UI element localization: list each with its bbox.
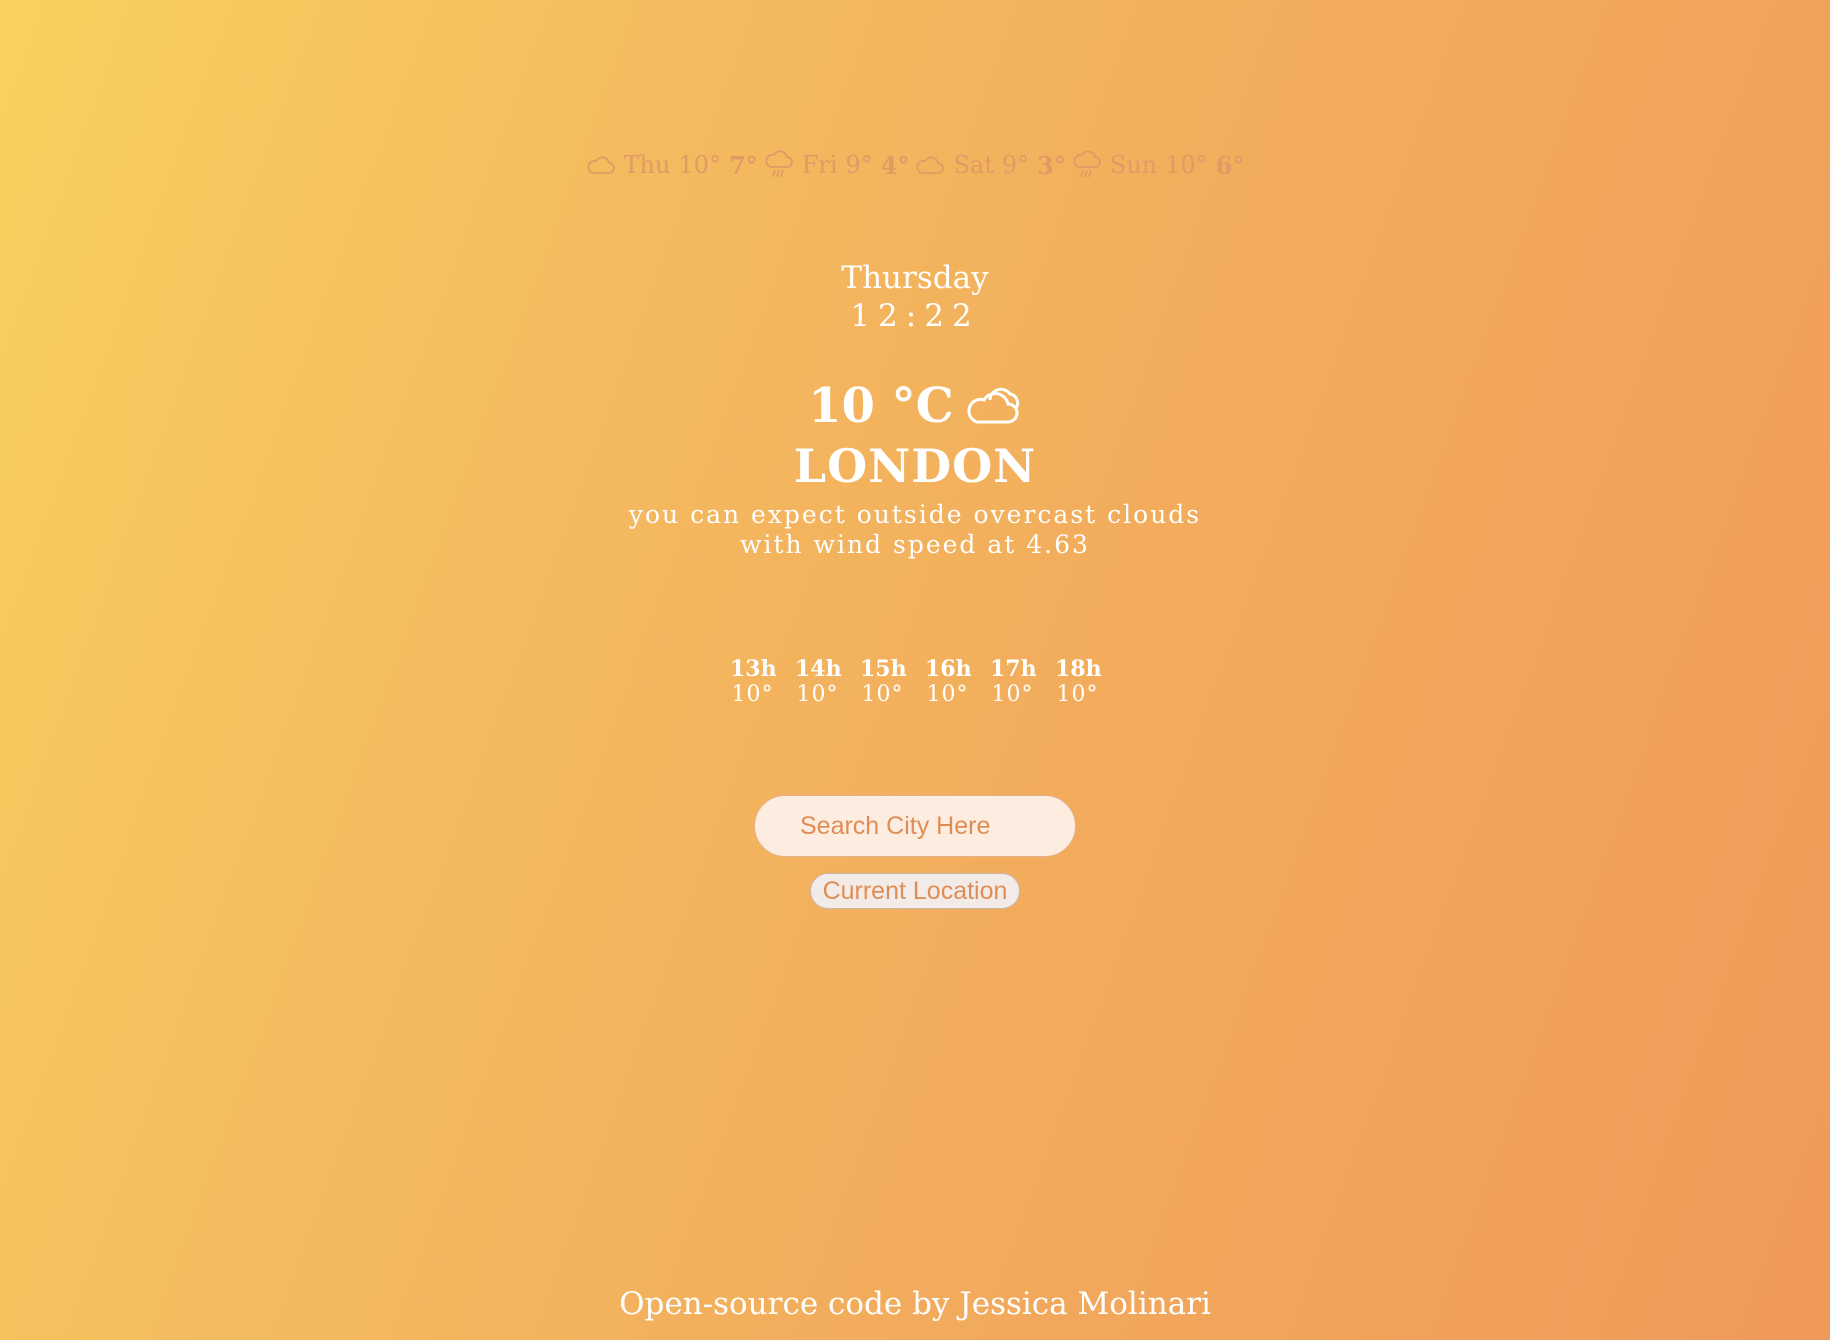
forecast-day: Thu 10° 7° [586, 151, 758, 180]
forecast-low: 4° [880, 150, 910, 180]
cloud-icon [964, 384, 1022, 428]
forecast-day: Sat 9° 3° [915, 150, 1066, 180]
forecast-high: 9° [845, 151, 873, 179]
hourly-item: 16h 10° [925, 656, 972, 708]
current-temperature: 10 °C [808, 378, 954, 434]
current-location-button[interactable]: Current Location [809, 873, 1021, 909]
hourly-hour: 16h [925, 656, 972, 682]
location-controls: Current Location [0, 873, 1830, 909]
current-time: 12:22 [850, 298, 980, 334]
forecast-day: Sun 10° 6° [1072, 150, 1245, 180]
forecast-day-name: Fri [801, 151, 838, 179]
hourly-item: 15h 10° [860, 656, 907, 708]
rain-cloud-icon [764, 150, 794, 180]
forecast-high: 10° [678, 151, 721, 179]
hourly-temp: 10° [861, 682, 904, 707]
hourly-item: 13h 10° [730, 656, 777, 708]
cloud-icon [915, 153, 945, 177]
hourly-temp: 10° [1056, 682, 1099, 707]
current-day: Thursday [841, 260, 989, 296]
daily-forecast: Thu 10° 7° Fri 9° 4° Sat 9° 3° Sun 10° 6… [0, 150, 1830, 180]
hourly-hour: 13h [730, 656, 777, 682]
rain-cloud-icon [1072, 150, 1102, 180]
forecast-low: 7° [728, 150, 758, 180]
hourly-temp: 10° [991, 682, 1034, 707]
source-code-link[interactable]: Open-source code by Jessica Molinari [619, 1286, 1211, 1322]
hourly-item: 14h 10° [795, 656, 842, 708]
forecast-high: 10° [1165, 151, 1208, 179]
forecast-day-name: Sat [953, 151, 994, 179]
hourly-temp: 10° [926, 682, 969, 707]
weather-description: you can expect outside overcast clouds w… [628, 500, 1202, 559]
hourly-temp: 10° [796, 682, 839, 707]
footer: Open-source code by Jessica Molinari [0, 1286, 1830, 1322]
hourly-item: 17h 10° [990, 656, 1037, 708]
hourly-hour: 14h [795, 656, 842, 682]
hourly-item: 18h 10° [1055, 656, 1102, 708]
search-form [0, 795, 1830, 857]
hourly-hour: 15h [860, 656, 907, 682]
forecast-low: 6° [1215, 150, 1245, 180]
forecast-day-name: Sun [1109, 151, 1158, 179]
hourly-hour: 18h [1055, 656, 1102, 682]
hourly-forecast: 13h 10° 14h 10° 15h 10° 16h 10° 17h 10° … [0, 656, 1830, 708]
forecast-low: 3° [1037, 150, 1066, 180]
temperature-row: 10 °C [0, 378, 1830, 434]
forecast-high: 9° [1001, 151, 1030, 179]
cloud-icon [586, 153, 616, 177]
forecast-day-name: Thu [623, 151, 671, 179]
date-time: Thursday 12:22 [0, 258, 1830, 334]
current-conditions: 10 °C LONDON you can expect outside over… [0, 378, 1830, 560]
hourly-hour: 17h [990, 656, 1037, 682]
hourly-temp: 10° [731, 682, 774, 707]
city-name: LONDON [793, 439, 1037, 493]
forecast-day: Fri 9° 4° [764, 150, 910, 180]
weather-app: Thu 10° 7° Fri 9° 4° Sat 9° 3° Sun 10° 6… [0, 0, 1830, 1340]
city-search-input[interactable] [754, 795, 1076, 857]
